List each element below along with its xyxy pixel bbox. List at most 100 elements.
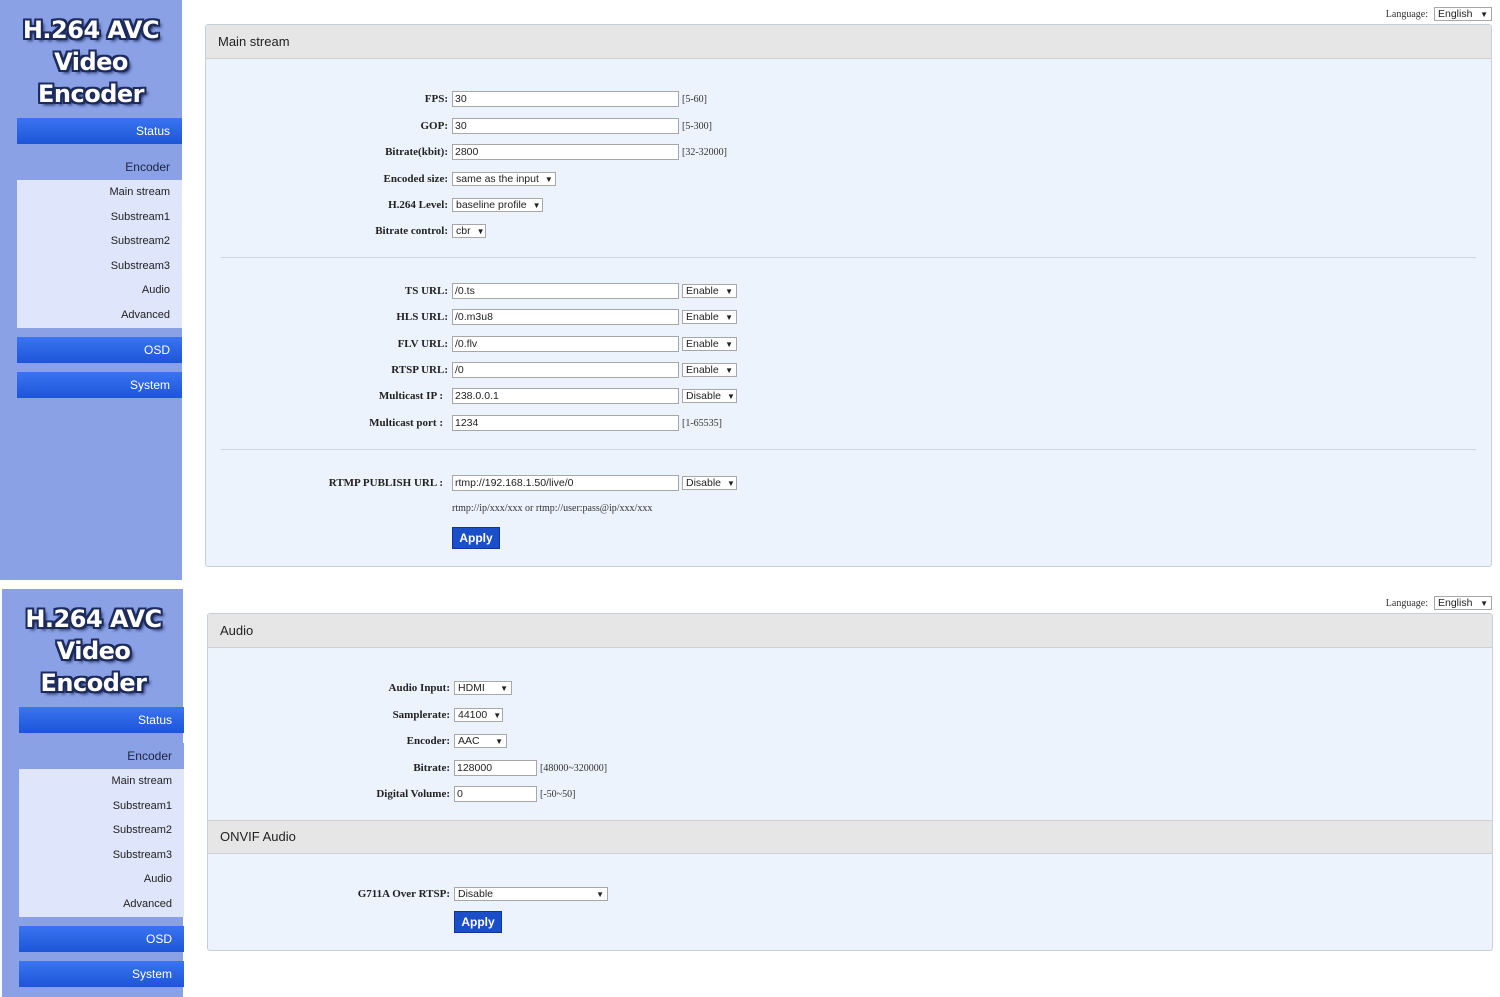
encoder-select[interactable]: AAC ▼ [454,734,507,748]
sidebar-item-main-stream[interactable]: Main stream [17,180,182,205]
main-stream-screen: H.264 AVC Video Encoder Status Encoder M… [0,0,1500,580]
nav-encoder-header[interactable]: Encoder [19,743,184,769]
nav-system-button[interactable]: System [19,961,184,987]
sidebar-item-advanced[interactable]: Advanced [17,303,182,328]
hls-url-field: /0.m3u8 Enable ▼ [452,309,737,325]
bitrate-range: [32-32000] [682,146,727,158]
nav-encoder-group: Encoder Main stream Substream1 Substream… [19,743,184,917]
sidebar: H.264 AVC Video Encoder Status Encoder M… [0,0,182,580]
rtmp-url-input[interactable]: rtmp://192.168.1.50/live/0 [452,475,679,491]
samplerate-label: Samplerate: [392,709,450,721]
flv-url-input[interactable]: /0.flv [452,336,679,352]
logo: H.264 AVC Video Encoder [0,14,182,110]
hls-url-input[interactable]: /0.m3u8 [452,309,679,325]
fps-range: [5-60] [682,93,707,105]
ts-url-state: Enable [686,285,719,297]
fps-input[interactable]: 30 [452,91,679,107]
sidebar: H.264 AVC Video Encoder Status Encoder M… [2,589,184,997]
language-value: English [1438,8,1473,20]
audio-apply-button[interactable]: Apply [454,911,502,933]
apply-button[interactable]: Apply [452,527,500,549]
digital-volume-field: 0 [-50~50] [454,786,575,802]
chevron-down-icon: ▼ [1480,598,1488,608]
fps-row: FPS: [206,91,448,107]
nav-osd-button[interactable]: OSD [19,926,184,952]
nav-system-button[interactable]: System [17,372,182,398]
samplerate-select[interactable]: 44100 ▼ [454,708,503,722]
language-select[interactable]: English ▼ [1434,7,1492,21]
flv-url-field: /0.flv Enable ▼ [452,336,737,352]
h264-level-label: H.264 Level: [388,199,448,211]
audio-panel: Audio Audio Input: HDMI ▼ Samplerate: 441… [207,613,1493,951]
rtsp-url-state-select[interactable]: Enable ▼ [682,363,737,377]
multicast-ip-state-select[interactable]: Disable ▼ [682,389,737,403]
language-label: Language: [1385,8,1428,20]
sidebar-item-substream3[interactable]: Substream3 [19,843,184,868]
flv-url-state: Enable [686,338,719,350]
g711a-select[interactable]: Disable ▼ [454,887,608,901]
sidebar-item-audio[interactable]: Audio [19,867,184,892]
multicast-port-label: Multicast port : [369,417,443,429]
ts-url-state-select[interactable]: Enable ▼ [682,284,737,298]
chevron-down-icon: ▼ [725,286,733,296]
audio-input-value: HDMI [458,682,485,694]
nav-encoder-header[interactable]: Encoder [17,154,182,180]
sidebar-item-audio[interactable]: Audio [17,278,182,303]
ts-url-row: TS URL: [206,283,448,299]
chevron-down-icon: ▼ [500,683,508,693]
multicast-port-input[interactable]: 1234 [452,415,679,431]
nav-status-button[interactable]: Status [17,118,182,144]
bitrate-label: Bitrate(kbit): [385,146,448,158]
g711a-value: Disable [458,888,494,900]
audio-bitrate-range: [48000~320000] [540,762,608,774]
sidebar-item-advanced[interactable]: Advanced [19,892,184,917]
h264-level-row: H.264 Level: [206,197,448,213]
hls-url-state-select[interactable]: Enable ▼ [682,310,737,324]
multicast-ip-input[interactable]: 238.0.0.1 [452,388,679,404]
encoded-size-select[interactable]: same as the input ▼ [452,172,556,186]
sidebar-item-main-stream[interactable]: Main stream [19,769,184,794]
language-select[interactable]: English ▼ [1434,596,1492,610]
nav-osd-button[interactable]: OSD [17,337,182,363]
rtmp-state-select[interactable]: Disable ▼ [682,476,737,490]
gop-input[interactable]: 30 [452,118,679,134]
audio-input-select[interactable]: HDMI ▼ [454,681,512,695]
audio-bitrate-input[interactable]: 128000 [454,760,537,776]
sidebar-item-substream1[interactable]: Substream1 [17,205,182,230]
chevron-down-icon: ▼ [725,312,733,322]
chevron-down-icon: ▼ [725,365,733,375]
h264-level-field: baseline profile ▼ [452,197,543,213]
audio-screen: H.264 AVC Video Encoder Status Encoder M… [0,589,1500,997]
gop-field: 30 [5-300] [452,118,712,134]
h264-level-value: baseline profile [456,199,527,211]
language-selector: Language: English ▼ [1386,7,1492,21]
rtsp-url-input[interactable]: /0 [452,362,679,378]
multicast-port-field: 1234 [1-65535] [452,415,722,431]
digital-volume-input[interactable]: 0 [454,786,537,802]
sidebar-item-substream2[interactable]: Substream2 [17,229,182,254]
main-stream-panel: Main stream FPS: 30 [5-60] GOP: 30 [5-30… [205,24,1492,567]
ts-url-field: /0.ts Enable ▼ [452,283,737,299]
bitrate-input[interactable]: 2800 [452,144,679,160]
bitrate-control-label: Bitrate control: [375,225,448,237]
audio-bitrate-row: Bitrate: [208,760,450,776]
fps-field: 30 [5-60] [452,91,707,107]
encoded-size-value: same as the input [456,173,539,185]
multicast-port-row: Multicast port : [206,415,443,431]
multicast-ip-row: Multicast IP : [206,388,443,404]
hls-url-label: HLS URL: [396,311,448,323]
nav-status-button[interactable]: Status [19,707,184,733]
bitrate-control-select[interactable]: cbr ▼ [452,224,486,238]
ts-url-input[interactable]: /0.ts [452,283,679,299]
g711a-label: G711A Over RTSP: [357,888,450,900]
panel-title: Audio [208,614,1492,648]
sidebar-item-substream1[interactable]: Substream1 [19,794,184,819]
flv-url-label: FLV URL: [397,338,448,350]
encoded-size-field: same as the input ▼ [452,171,556,187]
gop-range: [5-300] [682,120,712,132]
h264-level-select[interactable]: baseline profile ▼ [452,198,543,212]
flv-url-state-select[interactable]: Enable ▼ [682,337,737,351]
sidebar-item-substream2[interactable]: Substream2 [19,818,184,843]
rtsp-url-row: RTSP URL: [206,362,448,378]
sidebar-item-substream3[interactable]: Substream3 [17,254,182,279]
